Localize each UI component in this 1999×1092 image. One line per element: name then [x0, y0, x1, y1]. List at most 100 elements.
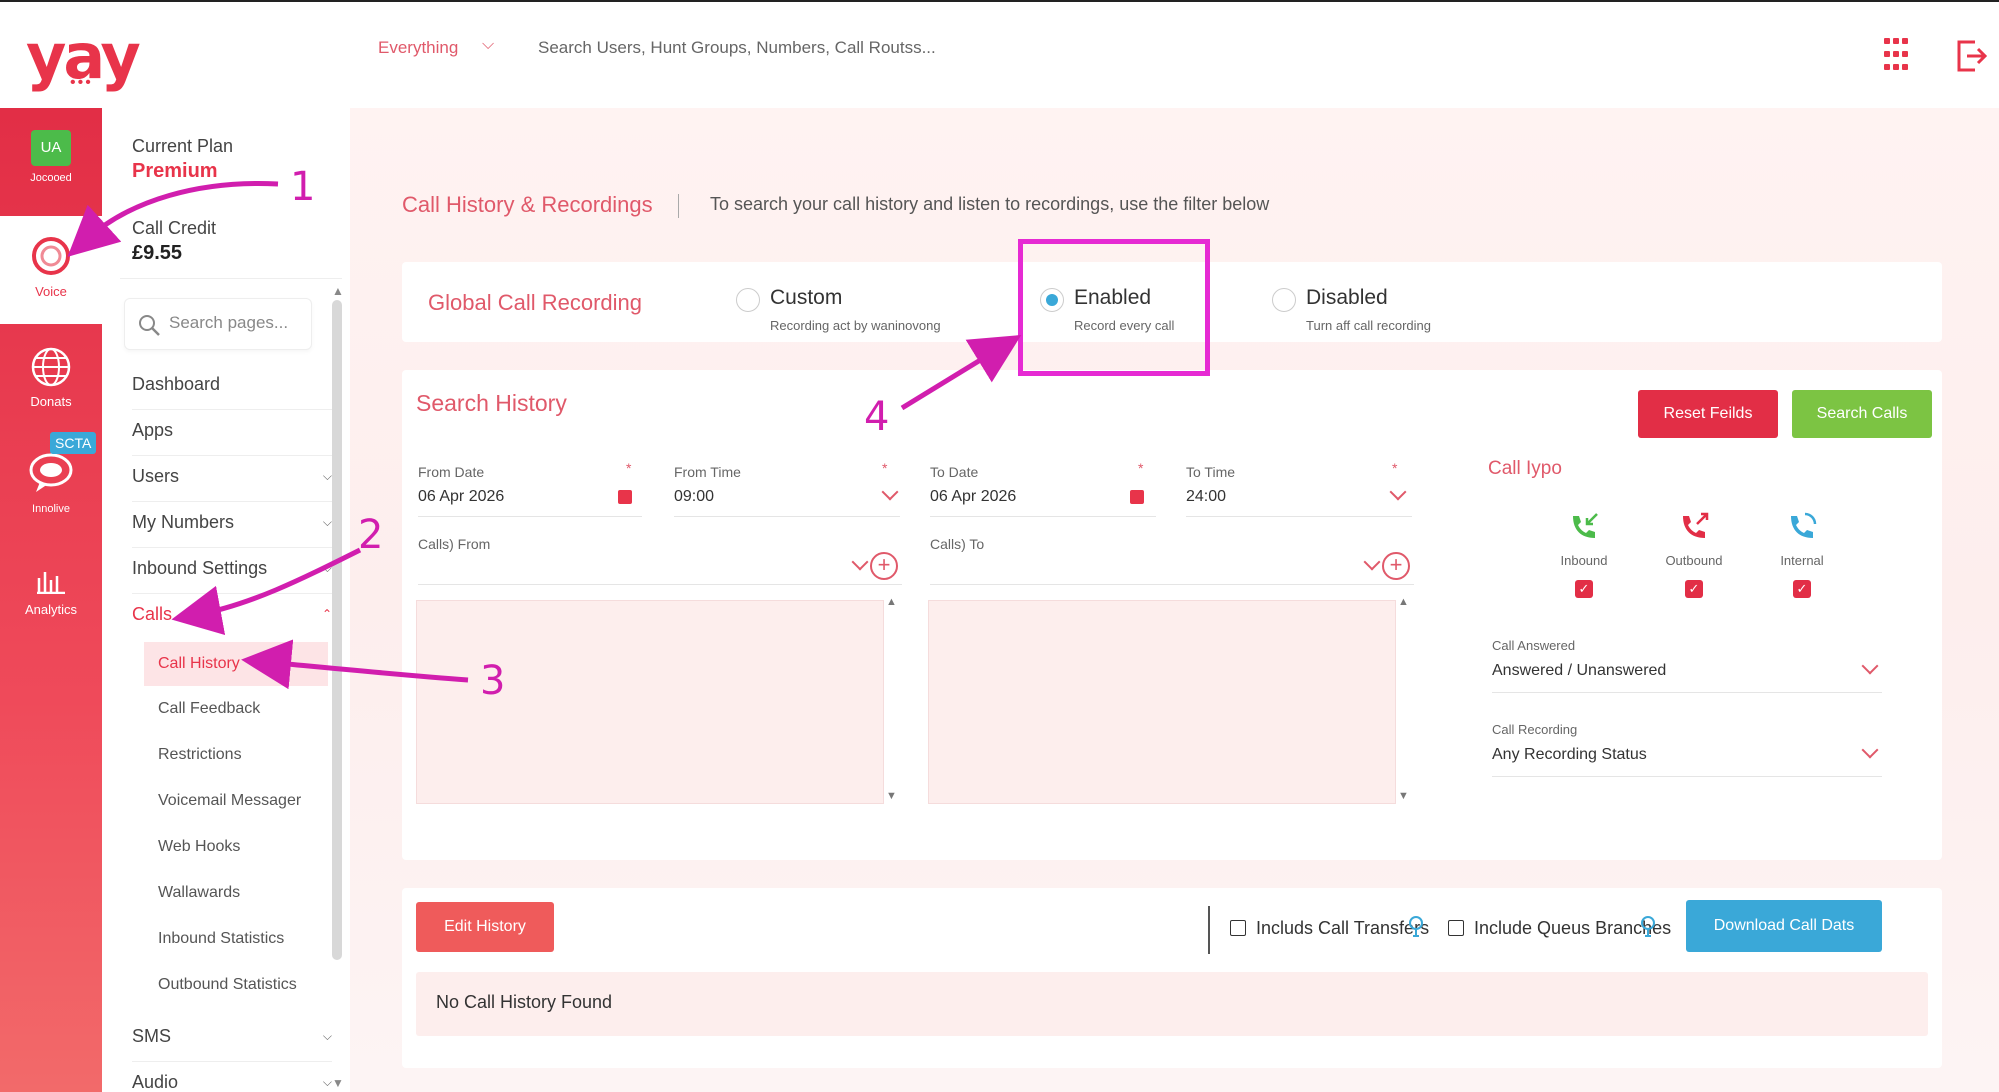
calendar-icon[interactable]: [618, 490, 632, 504]
apps-grid-icon[interactable]: [1884, 38, 1908, 74]
global-search-input[interactable]: [538, 38, 1038, 58]
chevron-down-icon[interactable]: [851, 553, 869, 571]
sidebar: Current Plan Premium Call Credit £9.55 D…: [102, 108, 350, 1092]
from-date-label: From Date: [418, 464, 485, 480]
logo-dots: •••: [70, 74, 93, 91]
page-search-input[interactable]: [169, 313, 305, 333]
from-time-select[interactable]: 09:00: [674, 488, 714, 506]
call-type-internal[interactable]: Internal ✓: [1762, 510, 1842, 598]
download-call-data-button[interactable]: Download Call Dats: [1686, 900, 1882, 952]
required-mark: *: [626, 460, 632, 476]
inbound-call-icon: [1573, 513, 1598, 538]
scroll-up-arrow[interactable]: ▲: [886, 596, 897, 608]
avatar[interactable]: UA: [31, 130, 71, 166]
scroll-down-arrow[interactable]: ▼: [332, 1076, 344, 1090]
required-mark: *: [1138, 460, 1144, 476]
field-underline: [1186, 516, 1412, 517]
search-calls-button[interactable]: Search Calls: [1792, 390, 1932, 438]
chevron-down-icon[interactable]: [1861, 741, 1879, 759]
search-history-card: Search History Reset Feilds Search Calls…: [402, 370, 1942, 860]
reset-fields-button[interactable]: Reset Feilds: [1638, 390, 1778, 438]
call-recording-label: Call Recording: [1492, 722, 1578, 737]
call-type-label: Internal: [1780, 553, 1824, 568]
sub-voicemail[interactable]: Voicemail Messager: [158, 790, 328, 812]
calls-from-label: Calls) From: [418, 536, 491, 552]
nav-label: Dashboard: [132, 374, 221, 394]
sub-restrictions[interactable]: Restrictions: [158, 744, 328, 766]
nav-label: My Numbers: [132, 512, 235, 532]
rail-label: Analytics: [24, 602, 78, 617]
call-type-inbound[interactable]: Inbound ✓: [1544, 510, 1624, 598]
add-caller-icon[interactable]: +: [870, 552, 898, 580]
nav-label: SMS: [132, 1026, 172, 1046]
calendar-icon[interactable]: [1130, 490, 1144, 504]
nav-sms[interactable]: SMS ⌵: [132, 1016, 332, 1062]
sub-outbound-statistics[interactable]: Outbound Statistics: [158, 974, 328, 996]
sub-call-history[interactable]: Call History: [144, 642, 328, 686]
annotation-number-1: 1: [290, 164, 316, 210]
edit-history-button[interactable]: Edit History: [416, 902, 554, 952]
rail-account[interactable]: UA Jocooed: [0, 130, 102, 184]
call-answered-select[interactable]: Answered / Unanswered: [1492, 662, 1666, 680]
page-search[interactable]: [124, 298, 312, 350]
nav-dashboard[interactable]: Dashboard: [132, 364, 332, 410]
chevron-down-icon[interactable]: [881, 483, 899, 501]
search-scope-select[interactable]: Everything: [378, 38, 458, 58]
scroll-up-arrow[interactable]: ▲: [332, 284, 344, 298]
nav-label: Inbound Settings: [132, 558, 268, 578]
chevron-down-icon[interactable]: [1389, 483, 1407, 501]
sub-web-hooks[interactable]: Web Hooks: [158, 836, 328, 858]
include-transfers-checkbox[interactable]: [1230, 920, 1246, 936]
plan-value: Premium: [132, 160, 218, 182]
field-underline: [674, 516, 900, 517]
scroll-up-arrow[interactable]: ▲: [1398, 596, 1409, 608]
nav-audio[interactable]: Audio ⌵: [132, 1062, 332, 1092]
outbound-checkbox[interactable]: ✓: [1685, 580, 1703, 598]
to-time-select[interactable]: 24:00: [1186, 488, 1226, 506]
nav-apps[interactable]: Apps: [132, 410, 332, 456]
to-date-field[interactable]: 06 Apr 2026: [930, 488, 1016, 506]
chevron-down-icon[interactable]: [1861, 657, 1879, 675]
nav-my-numbers[interactable]: My Numbers ⌵: [132, 502, 332, 548]
annotation-number-2: 2: [358, 512, 384, 558]
nav-calls[interactable]: Calls ⌃: [132, 594, 332, 640]
include-queue-checkbox[interactable]: [1448, 920, 1464, 936]
chevron-down-icon[interactable]: ⌵: [482, 36, 494, 54]
calls-to-list[interactable]: [928, 600, 1396, 804]
add-callee-icon[interactable]: +: [1382, 552, 1410, 580]
chevron-down-icon[interactable]: [1363, 553, 1381, 571]
nav-inbound-settings[interactable]: Inbound Settings ⌵: [132, 548, 332, 594]
radio-subtitle: Turn aff call recording: [1306, 318, 1432, 333]
rail-item-voice[interactable]: Voice: [0, 216, 102, 324]
to-date-label: To Date: [930, 464, 979, 480]
info-tip-icon[interactable]: [1640, 916, 1656, 938]
radio-custom[interactable]: [736, 288, 760, 312]
logout-icon[interactable]: [1955, 38, 1987, 74]
scroll-down-arrow[interactable]: ▼: [1398, 790, 1409, 802]
radio-subtitle: Recording act by waninovong: [770, 318, 941, 333]
empty-state-text: No Call History Found: [436, 992, 613, 1012]
rail-item-inbox[interactable]: Innolive: [0, 452, 102, 515]
from-date-field[interactable]: 06 Apr 2026: [418, 488, 504, 506]
info-tip-icon[interactable]: [1408, 916, 1424, 938]
from-time-label: From Time: [674, 464, 741, 480]
chat-bubble-icon: [29, 453, 73, 492]
chevron-down-icon: ⌵: [322, 515, 332, 529]
nav-users[interactable]: Users ⌵: [132, 456, 332, 502]
sub-wallawards[interactable]: Wallawards: [158, 882, 328, 904]
sub-inbound-statistics[interactable]: Inbound Statistics: [158, 928, 328, 950]
rail-item-domains[interactable]: Donats: [0, 346, 102, 409]
sub-call-feedback[interactable]: Call Feedback: [158, 698, 328, 720]
call-recording-select[interactable]: Any Recording Status: [1492, 746, 1647, 764]
bar-chart-icon: [37, 572, 65, 594]
rail-label: Donats: [30, 394, 72, 409]
inbound-checkbox[interactable]: ✓: [1575, 580, 1593, 598]
divider: [1208, 906, 1210, 954]
scroll-down-arrow[interactable]: ▼: [886, 790, 897, 802]
call-type-outbound[interactable]: Outbound ✓: [1654, 510, 1734, 598]
rail-label: Innolive: [32, 503, 70, 515]
sidebar-scrollbar[interactable]: [332, 300, 342, 960]
rail-item-analytics[interactable]: Analytics: [0, 568, 102, 617]
internal-checkbox[interactable]: ✓: [1793, 580, 1811, 598]
radio-disabled[interactable]: [1272, 288, 1296, 312]
